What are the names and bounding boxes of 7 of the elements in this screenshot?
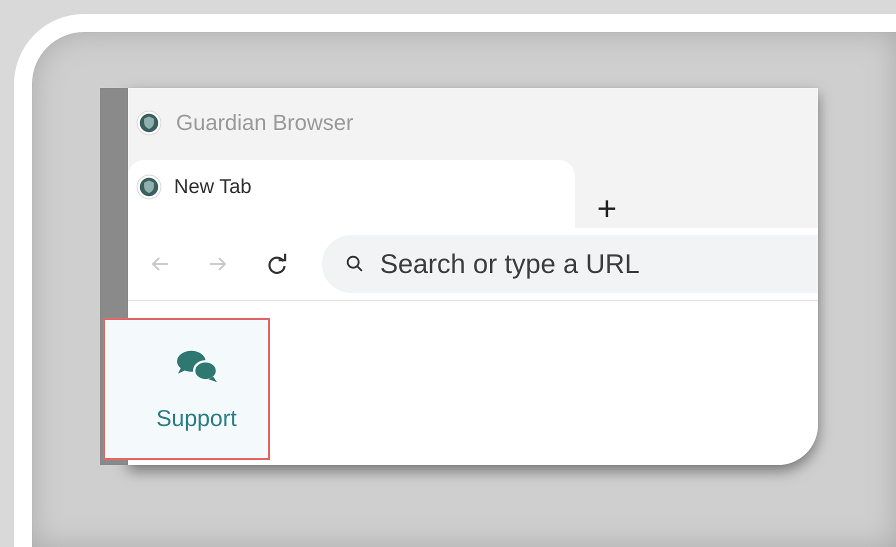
address-bar[interactable]: Search or type a URL: [322, 235, 818, 293]
support-sidebar-item[interactable]: Support: [103, 318, 270, 460]
shield-logo-icon: [136, 110, 162, 136]
new-tab-button[interactable]: +: [589, 192, 625, 226]
window-title: Guardian Browser: [176, 110, 354, 136]
browser-tab[interactable]: New Tab: [128, 160, 575, 228]
shield-logo-icon: [136, 174, 162, 200]
